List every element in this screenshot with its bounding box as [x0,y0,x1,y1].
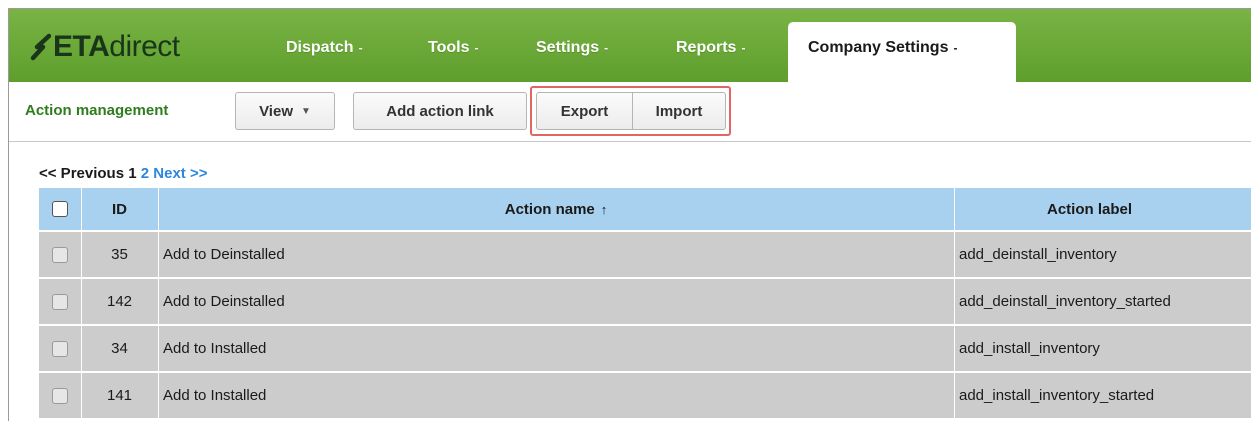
row-checkbox[interactable] [52,293,68,310]
column-header-action-name[interactable]: Action name ↑ [158,188,954,230]
add-action-link-button[interactable]: Add action link [353,92,527,130]
table-header-row: ID Action name ↑ Action label [39,188,1251,230]
cell-action-label: add_deinstall_inventory [959,246,1117,263]
cell-action-name: Add to Installed [163,340,267,357]
pager-current-page: 1 [128,165,137,182]
cell-action-name: Add to Installed [163,387,267,404]
etadirect-logo-icon [30,33,51,61]
nav-company-settings-caret: - [953,41,958,55]
cell-action-name: Add to Deinstalled [163,293,285,310]
nav-reports-caret: - [741,41,746,55]
pager-page-2[interactable]: 2 [141,165,149,182]
nav-settings-caret: - [604,41,609,55]
cell-id: 35 [111,246,128,263]
column-header-id[interactable]: ID [81,188,158,230]
cell-id: 141 [106,387,133,404]
action-toolbar: Action management View ▼ Add action link… [9,82,1251,142]
actions-table: ID Action name ↑ Action label 35 Add to D… [39,188,1251,418]
pager-previous[interactable]: << Previous [39,165,124,182]
pagination: << Previous 1 2 Next >> [39,165,207,182]
app-window: ETAdirect Dispatch - Tools - Settings - Rep… [8,8,1251,421]
cell-id: 34 [111,340,128,357]
row-checkbox[interactable] [52,246,68,263]
export-import-highlight [530,86,731,136]
table-row[interactable]: 141 Add to Installed add_install_invento… [39,371,1251,418]
pager-next[interactable]: Next >> [153,165,207,182]
column-header-action-label[interactable]: Action label [954,188,1251,230]
table-row[interactable]: 34 Add to Installed add_install_inventor… [39,324,1251,371]
cell-action-label: add_install_inventory_started [959,387,1155,404]
cell-id: 142 [106,293,133,310]
nav-settings[interactable]: Settings - [536,39,608,57]
select-all-checkbox[interactable] [52,201,68,217]
row-checkbox[interactable] [52,387,68,404]
nav-reports[interactable]: Reports - [676,39,745,57]
row-checkbox[interactable] [52,340,68,357]
nav-tools-caret: - [474,41,479,55]
etadirect-logo[interactable]: ETAdirect [29,29,180,65]
cell-action-label: add_deinstall_inventory_started [959,293,1171,310]
section-title: Action management [25,102,169,119]
sort-ascending-icon: ↑ [600,201,608,217]
nav-dispatch[interactable]: Dispatch - [286,39,363,57]
cell-action-label: add_install_inventory [959,340,1100,357]
table-row[interactable]: 35 Add to Deinstalled add_deinstall_inve… [39,230,1251,277]
logo-wordmark: ETAdirect [53,30,180,63]
top-nav-bar: ETAdirect Dispatch - Tools - Settings - Rep… [9,9,1251,82]
cell-action-name: Add to Deinstalled [163,246,285,263]
nav-dispatch-caret: - [358,41,363,55]
view-dropdown-button[interactable]: View ▼ [235,92,335,130]
nav-company-settings[interactable]: Company Settings - [788,22,1016,82]
table-row[interactable]: 142 Add to Deinstalled add_deinstall_inv… [39,277,1251,324]
chevron-down-icon: ▼ [301,105,311,117]
nav-tools[interactable]: Tools - [428,39,478,57]
